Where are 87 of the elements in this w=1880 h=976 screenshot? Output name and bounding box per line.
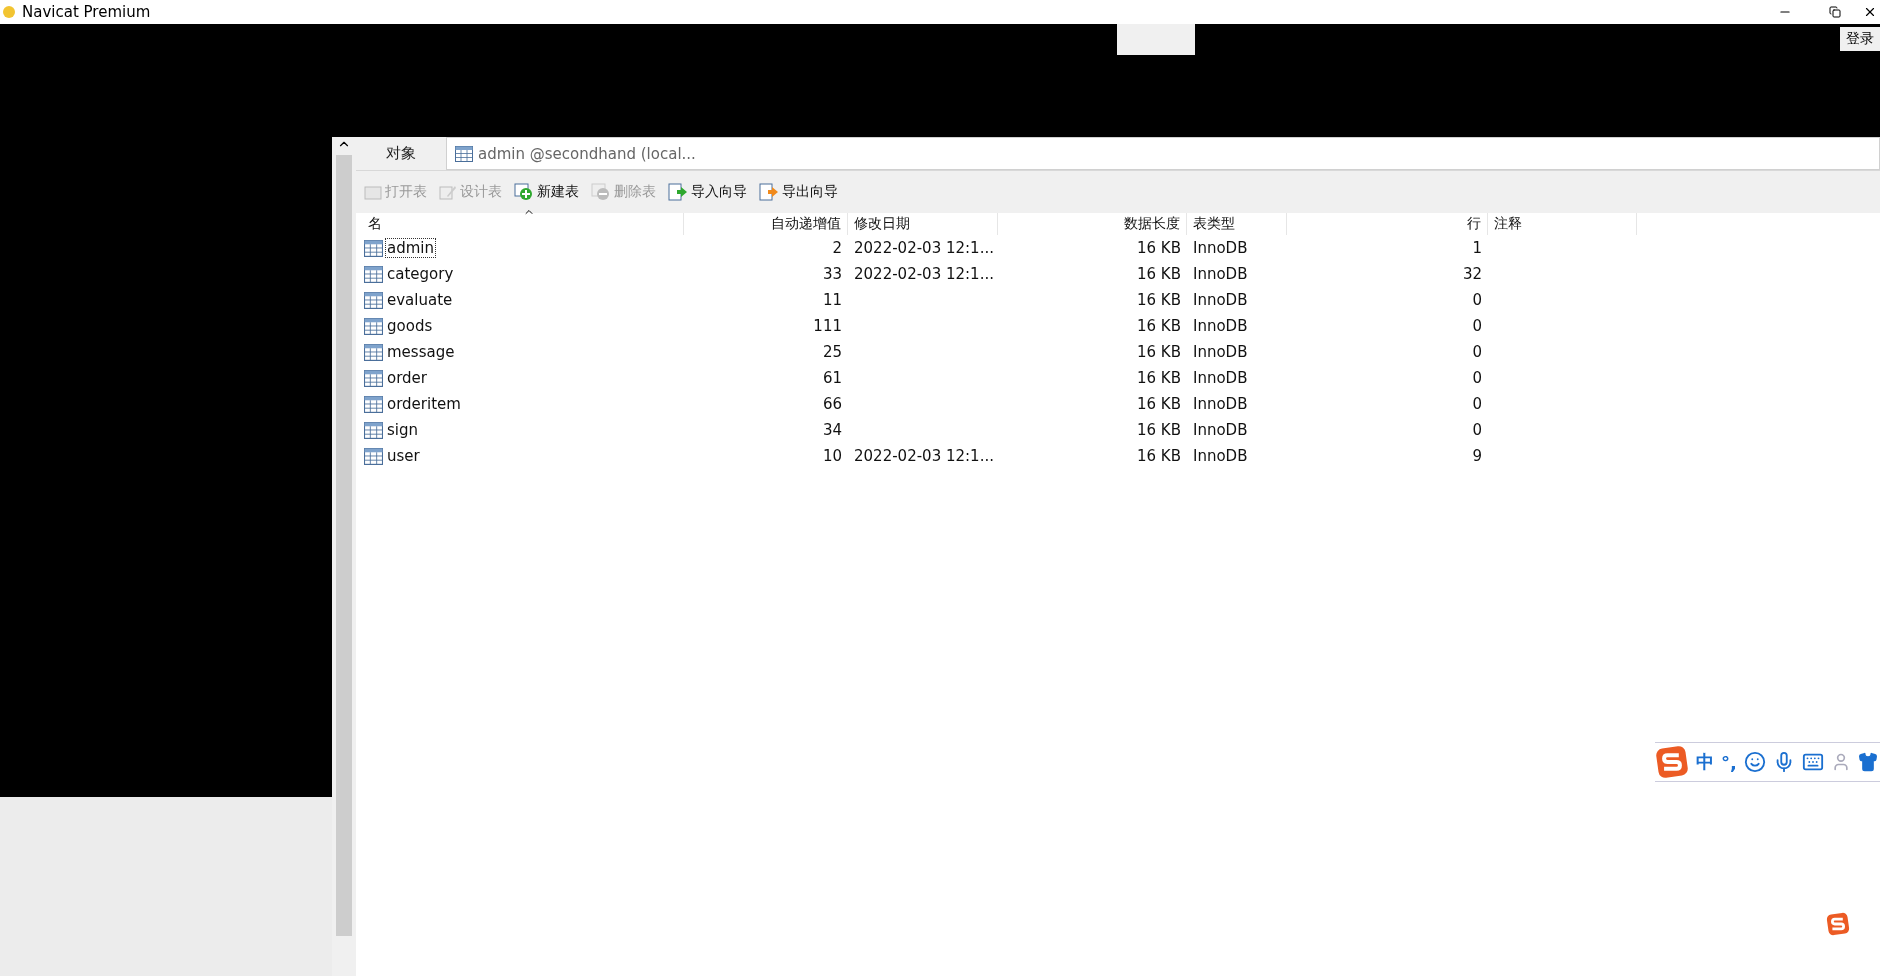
table-name[interactable]: order <box>385 368 429 388</box>
ime-logo-icon[interactable] <box>1655 745 1689 779</box>
column-header[interactable]: 数据长度 <box>998 213 1187 235</box>
table-cell-text: InnoDB <box>1192 317 1249 335</box>
table-cell-text: 16 KB <box>1136 421 1182 439</box>
table-cell-text: InnoDB <box>1192 291 1249 309</box>
window-title: Navicat Premium <box>22 3 152 21</box>
table-cell-text: 16 KB <box>1136 343 1182 361</box>
table-cell-text: InnoDB <box>1192 395 1249 413</box>
column-header[interactable]: 自动递增值 <box>684 213 848 235</box>
table-icon <box>364 265 383 283</box>
table-cell-text: 61 <box>821 369 843 387</box>
table-icon <box>364 421 383 439</box>
table-cell-text: 10 <box>821 447 843 465</box>
table-icon <box>364 447 383 465</box>
table-cell-text: 0 <box>1471 343 1483 361</box>
keyboard-icon[interactable] <box>1801 751 1824 773</box>
table-icon <box>455 145 473 162</box>
table-icon <box>364 317 383 335</box>
export-icon <box>759 183 779 201</box>
column-header[interactable]: 注释 <box>1488 213 1637 235</box>
add-table-icon <box>514 183 534 201</box>
table-cell-text: 16 KB <box>1136 369 1182 387</box>
emoji-icon[interactable] <box>1743 751 1766 773</box>
tab[interactable]: admin @secondhand (local... <box>446 137 1880 170</box>
table-cell-text: 25 <box>821 343 843 361</box>
table-icon <box>364 239 383 257</box>
table-cell-text: 0 <box>1471 395 1483 413</box>
table-name[interactable]: message <box>385 342 457 362</box>
import-icon <box>668 183 688 201</box>
column-header[interactable]: 表类型 <box>1187 213 1287 235</box>
table-cell-text: 2022-02-03 12:1... <box>853 447 995 465</box>
table-cell-text: 0 <box>1471 317 1483 335</box>
table-cell-text: 34 <box>821 421 843 439</box>
table-cell-text: 11 <box>821 291 843 309</box>
table-cell-text: 16 KB <box>1136 317 1182 335</box>
remove-table-icon <box>591 183 611 201</box>
table-cell-text: 16 KB <box>1136 395 1182 413</box>
restore-icon <box>1829 6 1841 18</box>
table-cell-text: 66 <box>821 395 843 413</box>
table-icon <box>364 291 383 309</box>
table-cell-text: 2022-02-03 12:1... <box>853 239 995 257</box>
table-cell-text: 16 KB <box>1136 447 1182 465</box>
ime-logo-icon[interactable] <box>1826 912 1850 936</box>
table-name[interactable]: user <box>385 446 422 466</box>
column-header[interactable]: 名 <box>362 213 684 235</box>
table-cell-text: InnoDB <box>1192 421 1249 439</box>
table-cell-text: 16 KB <box>1136 239 1182 257</box>
table-cell-text: 0 <box>1471 369 1483 387</box>
table-cell-text: 32 <box>1461 265 1483 283</box>
login-button[interactable]: 登录 <box>1840 27 1880 51</box>
table-cell-text: InnoDB <box>1192 369 1249 387</box>
app-logo-icon <box>2 5 16 19</box>
table-icon <box>364 395 383 413</box>
table-cell-text: 0 <box>1471 421 1483 439</box>
table-name[interactable]: orderitem <box>385 394 463 414</box>
column-header[interactable]: 行 <box>1287 213 1488 235</box>
table-icon <box>364 369 383 387</box>
punctuation-mode[interactable]: °, <box>1721 751 1737 773</box>
table-cell-text: 9 <box>1471 447 1483 465</box>
table-cell-text: InnoDB <box>1192 265 1249 283</box>
table-cell-text: InnoDB <box>1192 343 1249 361</box>
pencil-icon <box>439 184 457 200</box>
shirt-icon[interactable] <box>1857 752 1878 772</box>
table-cell-text: 0 <box>1471 291 1483 309</box>
table-cell-text: InnoDB <box>1192 447 1249 465</box>
table-icon <box>364 343 383 361</box>
toolbar-button[interactable]: 导出向导 <box>757 181 840 203</box>
table-cell-text: 1 <box>1471 239 1483 257</box>
table-name[interactable]: admin <box>385 238 436 258</box>
table-cell-text: InnoDB <box>1192 239 1249 257</box>
toolbar-button[interactable]: 导入向导 <box>666 181 749 203</box>
table-cell-text: 2 <box>831 239 843 257</box>
toolbar-button[interactable]: 新建表 <box>512 181 581 203</box>
table-cell-text: 2022-02-03 12:1... <box>853 265 995 283</box>
table-name[interactable]: category <box>385 264 456 284</box>
table-cell-text: 33 <box>821 265 843 283</box>
table-name[interactable]: goods <box>385 316 435 336</box>
table-cell-text: 16 KB <box>1136 265 1182 283</box>
close-icon <box>1863 5 1877 19</box>
scrollbar[interactable] <box>332 137 356 976</box>
input-mode[interactable]: 中 <box>1696 750 1714 774</box>
table-name[interactable]: sign <box>385 420 420 440</box>
table-cell-text: 111 <box>812 317 843 335</box>
table-name[interactable]: evaluate <box>385 290 455 310</box>
column-header[interactable]: 修改日期 <box>848 213 998 235</box>
table-cell-text: 16 KB <box>1136 291 1182 309</box>
